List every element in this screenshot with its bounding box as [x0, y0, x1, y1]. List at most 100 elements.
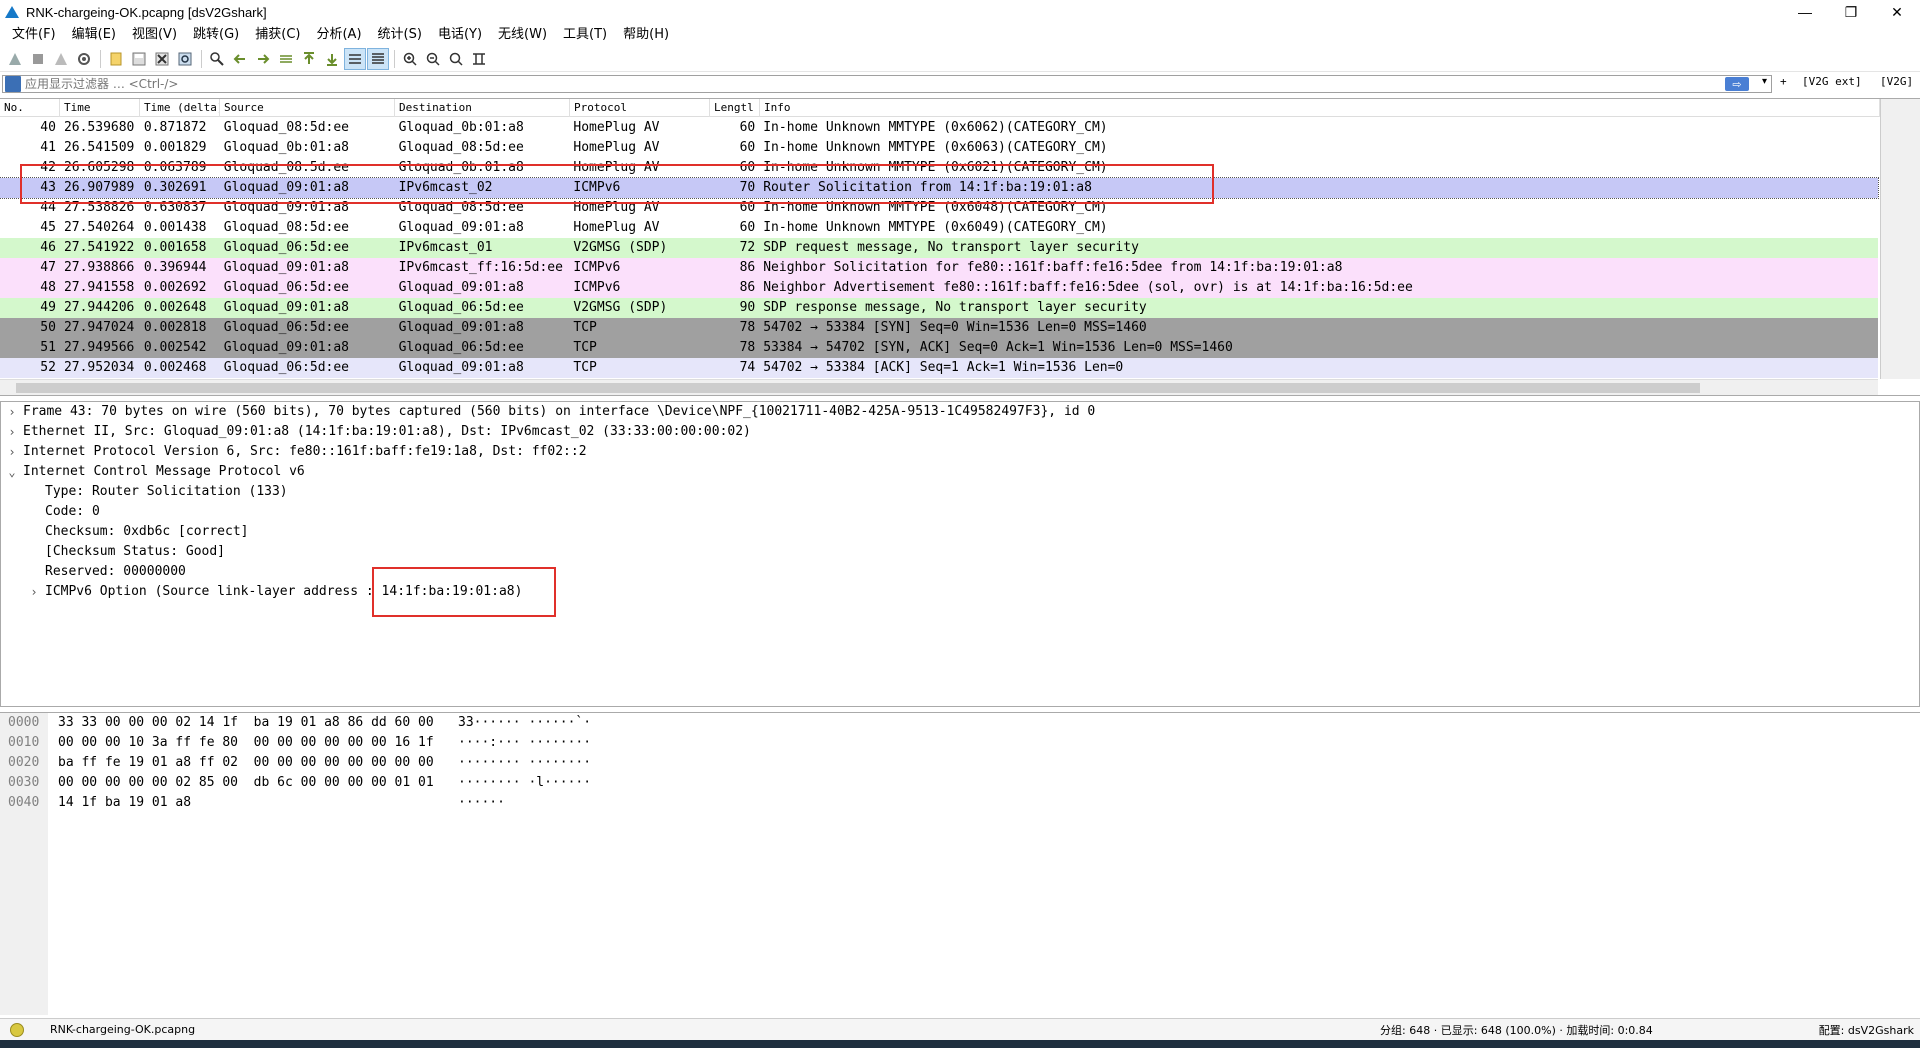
column-header-length[interactable]: Lengtl — [710, 99, 760, 117]
packet-row[interactable]: 40 26.539680 0.871872 Gloquad_08:5d:ee Gloqu… — [0, 118, 1878, 138]
menu-telephony[interactable]: 电话(Y) — [430, 24, 490, 46]
detail-tree-item[interactable]: › ICMPv6 Option (Source link-layer addres… — [1, 582, 1919, 602]
packet-list-scrollbar[interactable] — [1880, 99, 1920, 379]
packet-cell-len: 60 — [739, 140, 756, 155]
menu-file[interactable]: 文件(F) — [4, 24, 64, 46]
packet-cell-info: 54702 → 53384 [SYN] Seq=0 Win=1536 Len=0… — [763, 320, 1147, 335]
packet-cell-dst: Gloquad_06:5d:ee — [398, 300, 524, 315]
detail-tree-item[interactable]: › Frame 43: 70 bytes on wire (560 bits), … — [1, 402, 1919, 422]
start-capture-icon[interactable] — [4, 48, 26, 70]
column-header-source[interactable]: Source — [220, 99, 395, 117]
column-header-info[interactable]: Info — [760, 99, 1880, 117]
hex-dump-row[interactable]: 0000 33 33 00 00 00 02 14 1f ba 19 01 a8 … — [0, 713, 591, 733]
zoom-out-icon[interactable] — [422, 48, 444, 70]
menu-capture[interactable]: 捕获(C) — [247, 24, 308, 46]
packet-cell-info: Router Solicitation from 14:1f:ba:19:01:… — [763, 180, 1092, 195]
hex-dump-row[interactable]: 0040 14 1f ba 19 01 a8 ······ — [0, 793, 505, 813]
packet-row[interactable]: 49 27.944206 0.002648 Gloquad_09:01:a8 Gloqu… — [0, 298, 1878, 318]
detail-tree-item[interactable]: › Internet Protocol Version 6, Src: fe80:… — [1, 442, 1919, 462]
reload-file-icon[interactable] — [174, 48, 196, 70]
expand-arrow-icon[interactable]: ⌄ — [1, 462, 23, 482]
last-packet-icon[interactable] — [321, 48, 343, 70]
v2g-ext-filter-button[interactable]: [V2G ext] — [1802, 75, 1862, 88]
expand-arrow-icon[interactable]: › — [23, 582, 45, 602]
menu-help[interactable]: 帮助(H) — [615, 24, 677, 46]
menu-tools[interactable]: 工具(T) — [555, 24, 615, 46]
menu-edit[interactable]: 编辑(E) — [64, 24, 124, 46]
menu-analyze[interactable]: 分析(A) — [308, 24, 369, 46]
go-to-packet-icon[interactable] — [275, 48, 297, 70]
zoom-in-icon[interactable] — [399, 48, 421, 70]
find-packet-icon[interactable] — [206, 48, 228, 70]
detail-tree-item[interactable]: Code: 0 — [1, 502, 1919, 522]
packet-cell-delta: 0.002818 — [143, 320, 207, 335]
packet-cell-info: Neighbor Solicitation for fe80::161f:baf… — [763, 260, 1343, 275]
packet-row[interactable]: 52 27.952034 0.002468 Gloquad_06:5d:ee Gloqu… — [0, 358, 1878, 378]
menu-statistics[interactable]: 统计(S) — [370, 24, 430, 46]
packet-row[interactable]: 41 26.541509 0.001829 Gloquad_0b:01:a8 Gloqu… — [0, 138, 1878, 158]
menu-view[interactable]: 视图(V) — [124, 24, 185, 46]
column-header-protocol[interactable]: Protocol — [570, 99, 710, 117]
hex-dump-row[interactable]: 0030 00 00 00 00 00 02 85 00 db 6c 00 00 … — [0, 773, 591, 793]
packet-row[interactable]: 47 27.938866 0.396944 Gloquad_09:01:a8 IPv6m… — [0, 258, 1878, 278]
go-back-icon[interactable] — [229, 48, 251, 70]
status-profile[interactable]: 配置: dsV2Gshark — [1819, 1022, 1914, 1038]
expand-arrow-icon[interactable]: › — [1, 442, 23, 462]
colorize-icon[interactable] — [367, 47, 389, 70]
detail-tree-item[interactable]: Reserved: 00000000 — [1, 562, 1919, 582]
capture-options-icon[interactable] — [73, 48, 95, 70]
stop-capture-icon[interactable] — [27, 48, 49, 70]
column-header-delta[interactable]: Time (delta) — [140, 99, 220, 117]
hex-dump-row[interactable]: 0010 00 00 00 10 3a ff fe 80 00 00 00 00 … — [0, 733, 591, 753]
column-header-time[interactable]: Time — [60, 99, 140, 117]
column-header-destination[interactable]: Destination — [395, 99, 570, 117]
expand-arrow-icon[interactable]: › — [1, 422, 23, 442]
hex-dump-ascii: ····:··· ········ — [458, 735, 592, 750]
packet-row[interactable]: 46 27.541922 0.001658 Gloquad_06:5d:ee IPv6m… — [0, 238, 1878, 258]
packet-cell-no: 45 — [40, 220, 56, 235]
hex-dump-row[interactable]: 0020 ba ff fe 19 01 a8 ff 02 00 00 00 00 … — [0, 753, 591, 773]
close-file-icon[interactable] — [151, 48, 173, 70]
packet-cell-no: 47 — [40, 260, 56, 275]
detail-tree-item[interactable]: Type: Router Solicitation (133) — [1, 482, 1919, 502]
detail-tree-item[interactable]: › Ethernet II, Src: Gloquad_09:01:a8 (14:… — [1, 422, 1919, 442]
close-button[interactable]: ✕ — [1874, 0, 1920, 24]
autoscroll-icon[interactable] — [344, 47, 366, 70]
detail-tree-item[interactable]: [Checksum Status: Good] — [1, 542, 1919, 562]
packet-list-hscrollbar[interactable] — [0, 379, 1878, 395]
v2g-filter-button[interactable]: [V2G] — [1880, 75, 1913, 88]
packet-row[interactable]: 43 26.907989 0.302691 Gloquad_09:01:a8 IPv6m… — [0, 177, 1879, 199]
apply-filter-arrow-icon[interactable]: ⇨ — [1725, 77, 1749, 91]
packet-row[interactable]: 51 27.949566 0.002542 Gloquad_09:01:a8 Gloqu… — [0, 338, 1878, 358]
packet-row[interactable]: 50 27.947024 0.002818 Gloquad_06:5d:ee Gloqu… — [0, 318, 1878, 338]
display-filter-input[interactable] — [25, 76, 1725, 92]
resize-columns-icon[interactable] — [468, 48, 490, 70]
detail-tree-item[interactable]: ⌄ Internet Control Message Protocol v6 — [1, 462, 1919, 482]
first-packet-icon[interactable] — [298, 48, 320, 70]
packet-row[interactable]: 44 27.538826 0.630837 Gloquad_09:01:a8 Gloqu… — [0, 198, 1878, 218]
open-file-icon[interactable] — [105, 48, 127, 70]
column-header-no[interactable]: No. — [0, 99, 60, 117]
packet-cell-time: 27.538826 — [63, 200, 135, 215]
expand-arrow-icon[interactable]: › — [1, 402, 23, 422]
packet-cell-len: 70 — [739, 180, 756, 195]
filter-dropdown-icon[interactable]: ▾ — [1762, 76, 1767, 87]
packet-row[interactable]: 45 27.540264 0.001438 Gloquad_08:5d:ee Gloqu… — [0, 218, 1878, 238]
menu-go[interactable]: 跳转(G) — [185, 24, 247, 46]
add-filter-button[interactable]: + — [1780, 75, 1787, 88]
detail-tree-item[interactable]: Checksum: 0xdb6c [correct] — [1, 522, 1919, 542]
packet-cell-time: 27.944206 — [63, 300, 135, 315]
restart-capture-icon[interactable] — [50, 48, 72, 70]
menu-wireless[interactable]: 无线(W) — [490, 24, 555, 46]
zoom-reset-icon[interactable] — [445, 48, 467, 70]
packet-cell-dst: Gloquad_08:5d:ee — [398, 140, 524, 155]
packet-row[interactable]: 48 27.941558 0.002692 Gloquad_06:5d:ee Gloqu… — [0, 278, 1878, 298]
packet-cell-info: SDP response message, No transport layer… — [763, 300, 1147, 315]
expert-info-icon[interactable] — [10, 1022, 24, 1037]
save-file-icon[interactable] — [128, 48, 150, 70]
packet-row[interactable]: 42 26.605298 0.063789 Gloquad_08:5d:ee Gloqu… — [0, 158, 1878, 178]
bookmark-icon[interactable] — [5, 76, 21, 92]
maximize-button[interactable]: ❐ — [1828, 0, 1874, 24]
go-forward-icon[interactable] — [252, 48, 274, 70]
minimize-button[interactable]: — — [1782, 0, 1828, 24]
